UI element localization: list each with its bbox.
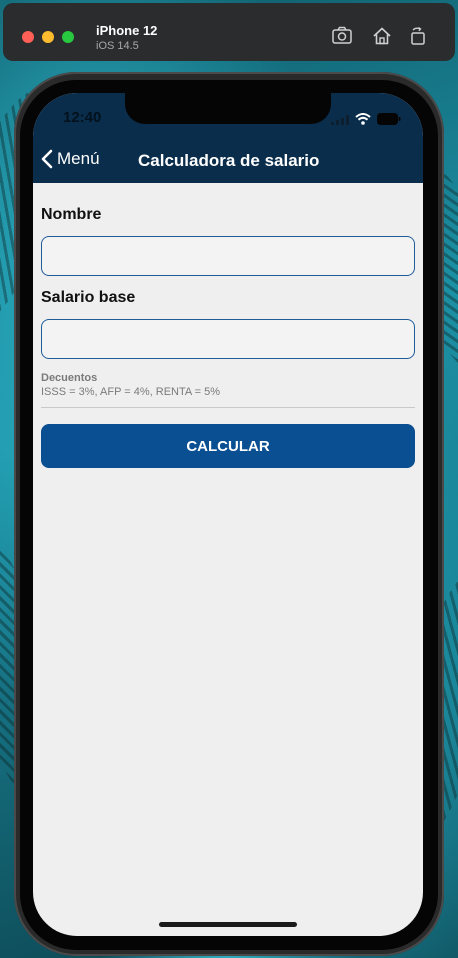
phone-screen: 12:40 Menú Calculadora de salario Nombre…	[33, 93, 423, 936]
cellular-signal-icon	[331, 112, 349, 130]
back-button-label: Menú	[57, 149, 100, 168]
page-title: Calculadora de salario	[138, 151, 320, 170]
phone-notch	[125, 93, 331, 124]
navigation-bar: 12:40 Menú Calculadora de salario	[33, 93, 423, 183]
salary-input[interactable]	[41, 319, 415, 359]
chevron-left-icon	[41, 149, 53, 169]
os-version: iOS 14.5	[96, 40, 139, 52]
rotate-icon[interactable]	[407, 25, 429, 47]
name-input[interactable]	[41, 236, 415, 276]
screenshot-icon[interactable]	[331, 25, 353, 47]
battery-icon	[377, 112, 401, 130]
salary-label: Salario base	[41, 289, 136, 306]
simulator-title-bar: iPhone 12 iOS 14.5	[3, 3, 455, 61]
divider	[41, 407, 415, 408]
home-indicator	[159, 922, 297, 927]
zoom-window-button[interactable]	[62, 31, 74, 43]
status-time: 12:40	[63, 109, 102, 126]
home-icon[interactable]	[371, 25, 393, 47]
device-name: iPhone 12	[96, 23, 158, 38]
calculate-button[interactable]: CALCULAR	[41, 424, 415, 468]
minimize-window-button[interactable]	[42, 31, 54, 43]
deductions-text: ISSS = 3%, AFP = 4%, RENTA = 5%	[41, 386, 221, 398]
back-button[interactable]: Menú	[41, 149, 100, 169]
wifi-icon	[355, 112, 371, 130]
close-window-button[interactable]	[22, 31, 34, 43]
status-icons	[331, 112, 401, 130]
name-label: Nombre	[41, 206, 102, 223]
deductions-title: Decuentos	[41, 372, 98, 384]
